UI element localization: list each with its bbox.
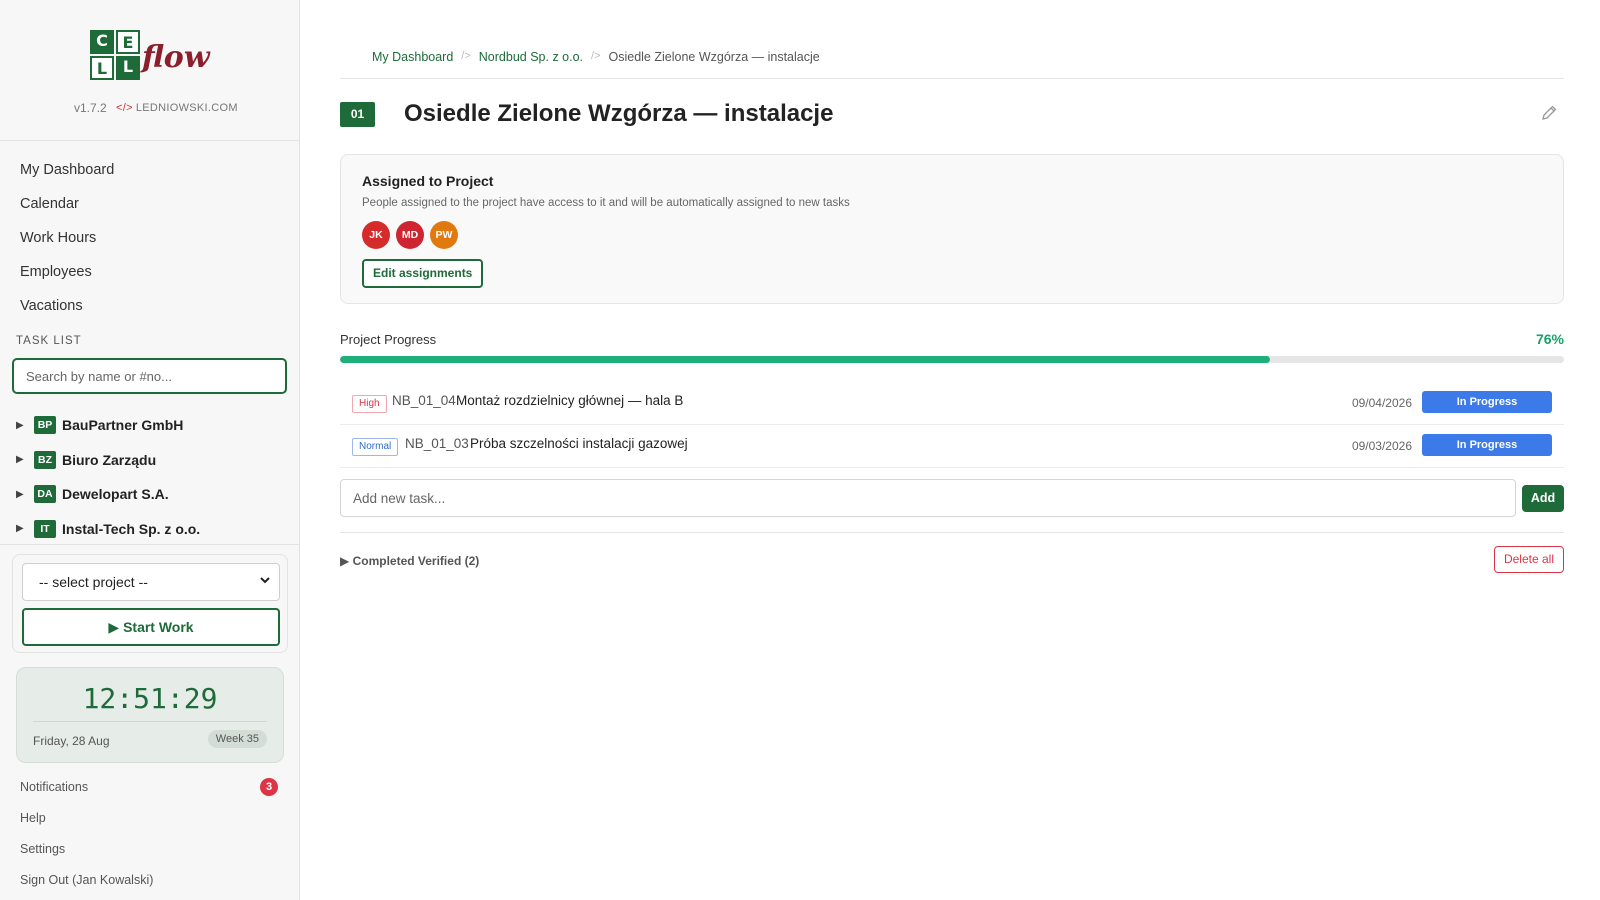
- progress-label: Project Progress: [340, 332, 437, 347]
- breadcrumb-separator: />: [591, 50, 601, 62]
- work-panel: -- select project -- ▶ Start Work: [12, 554, 288, 653]
- client-item[interactable]: ▶ IT Instal-Tech Sp. z o.o.: [0, 512, 300, 547]
- breadcrumb-current: Osiedle Zielone Wzgórza — instalacje: [608, 50, 820, 64]
- logo-letter: E: [116, 30, 140, 54]
- nav-my-dashboard[interactable]: My Dashboard: [0, 153, 299, 187]
- progress-percent: 76%: [1535, 331, 1564, 347]
- clock-widget: 12:51:29 Friday, 28 Aug Week 35: [16, 667, 284, 763]
- notifications-count-badge: 3: [260, 778, 278, 796]
- nav-employees[interactable]: Employees: [0, 255, 299, 289]
- header-divider: [340, 78, 1564, 79]
- breadcrumb-client[interactable]: Nordbud Sp. z o.o.: [479, 50, 583, 64]
- client-badge: DA: [34, 485, 56, 504]
- breadcrumb: My Dashboard /> Nordbud Sp. z o.o. /> Os…: [372, 50, 820, 64]
- page-title: Osiedle Zielone Wzgórza — instalacje: [404, 100, 834, 127]
- assigned-card: Assigned to Project People assigned to t…: [340, 154, 1564, 304]
- progress-fill: [340, 356, 1271, 363]
- sidebar: C E L L flow v1.7.2 </> LEDNIOWSKI.COM My…: [0, 0, 300, 900]
- week-badge: Week 35: [207, 730, 267, 748]
- sign-out-link[interactable]: Sign Out (Jan Kowalski): [0, 865, 300, 896]
- assigned-title: Assigned to Project: [362, 173, 494, 189]
- completed-toggle[interactable]: ▶ Completed Verified (2): [340, 554, 479, 568]
- logo-area: C E L L flow v1.7.2 </> LEDNIOWSKI.COM: [0, 0, 299, 141]
- add-task-button[interactable]: Add: [1522, 485, 1564, 512]
- start-work-label: Start Work: [123, 619, 194, 635]
- logo-letter: L: [90, 56, 114, 80]
- expand-icon[interactable]: ▶: [16, 420, 34, 431]
- project-select-value: -- select project --: [39, 574, 148, 590]
- task-status-button[interactable]: In Progress: [1422, 391, 1552, 413]
- clock-date: Friday, 28 Aug: [33, 734, 110, 748]
- task-row[interactable]: Normal NB_01_03 Próba szczelności instal…: [340, 426, 1564, 468]
- help-link[interactable]: Help: [0, 803, 300, 834]
- author-code: </>: [116, 102, 133, 114]
- app-logo: C E L L: [90, 30, 144, 84]
- nav-calendar[interactable]: Calendar: [0, 187, 299, 221]
- client-badge: BP: [34, 416, 56, 435]
- add-task-input[interactable]: [340, 479, 1516, 517]
- client-badge: BZ: [34, 450, 56, 469]
- task-status-button[interactable]: In Progress: [1422, 434, 1552, 456]
- client-item[interactable]: ▶ BZ Biuro Zarządu: [0, 443, 300, 478]
- delete-all-button[interactable]: Delete all: [1493, 546, 1564, 573]
- breadcrumb-separator: />: [461, 50, 471, 62]
- main-nav: My Dashboard Calendar Work Hours Employe…: [0, 141, 299, 323]
- triangle-right-icon: ▶: [340, 554, 350, 568]
- project-number-badge: 01: [340, 102, 375, 127]
- task-list-label: TASK LIST: [16, 335, 82, 347]
- nav-work-hours[interactable]: Work Hours: [0, 221, 299, 255]
- expand-icon[interactable]: ▶: [16, 489, 34, 500]
- task-code: NB_01_03: [405, 436, 469, 451]
- avatar-list: JK MD PW: [362, 221, 458, 249]
- expand-icon[interactable]: ▶: [16, 523, 34, 534]
- notifications-link[interactable]: Notifications 3: [0, 772, 300, 803]
- client-list: ▶ BP BauPartner GmbH ▶ BZ Biuro Zarządu …: [0, 408, 300, 546]
- chevron-down-icon: [259, 564, 271, 600]
- logo-letter: L: [116, 56, 140, 80]
- client-badge: IT: [34, 519, 56, 538]
- pencil-icon[interactable]: [1540, 104, 1558, 122]
- task-row[interactable]: High NB_01_04 Montaż rozdzielnicy główne…: [340, 383, 1564, 425]
- expand-icon[interactable]: ▶: [16, 454, 34, 465]
- task-date: 09/04/2026: [1351, 396, 1412, 410]
- avatar[interactable]: PW: [430, 221, 458, 249]
- edit-assignments-button[interactable]: Edit assignments: [362, 259, 484, 288]
- logo-letter: C: [90, 30, 114, 54]
- author-name: LEDNIOWSKI.COM: [135, 102, 238, 114]
- task-search-input[interactable]: [12, 358, 287, 394]
- notifications-label: Notifications: [20, 780, 89, 794]
- task-name[interactable]: Próba szczelności instalacji gazowej: [470, 436, 688, 451]
- priority-badge: High: [352, 395, 387, 413]
- start-work-button[interactable]: ▶ Start Work: [22, 608, 280, 646]
- client-item[interactable]: ▶ DA Dewelopart S.A.: [0, 477, 300, 512]
- clock-divider: [33, 721, 267, 722]
- assigned-description: People assigned to the project have acce…: [362, 197, 850, 209]
- client-item[interactable]: ▶ BP BauPartner GmbH: [0, 408, 300, 443]
- section-divider: [340, 532, 1564, 533]
- task-name[interactable]: Montaż rozdzielnicy głównej — hala B: [456, 393, 683, 408]
- completed-label: Completed Verified (2): [352, 554, 480, 568]
- progress-bar: [340, 356, 1564, 363]
- project-select[interactable]: -- select project --: [22, 563, 280, 601]
- main-content: My Dashboard /> Nordbud Sp. z o.o. /> Os…: [340, 0, 1564, 900]
- sidebar-divider: [0, 544, 300, 545]
- logo-word: flow: [142, 40, 210, 75]
- author-credit: </> LEDNIOWSKI.COM: [116, 102, 238, 114]
- app-version: v1.7.2: [74, 101, 107, 115]
- client-name: Biuro Zarządu: [62, 451, 157, 468]
- priority-badge: Normal: [352, 438, 399, 456]
- avatar[interactable]: JK: [362, 221, 390, 249]
- task-code: NB_01_04: [392, 393, 456, 408]
- breadcrumb-dashboard[interactable]: My Dashboard: [372, 50, 453, 64]
- clock-time: 12:51:29: [82, 682, 218, 715]
- client-name: Instal-Tech Sp. z o.o.: [62, 520, 201, 537]
- play-icon: ▶: [108, 619, 120, 635]
- client-name: BauPartner GmbH: [62, 417, 184, 434]
- sidebar-footer: Notifications 3 Help Settings Sign Out (…: [0, 772, 300, 896]
- avatar[interactable]: MD: [396, 221, 424, 249]
- client-name: Dewelopart S.A.: [62, 486, 169, 503]
- nav-vacations[interactable]: Vacations: [0, 289, 299, 323]
- task-date: 09/03/2026: [1351, 439, 1412, 453]
- settings-link[interactable]: Settings: [0, 834, 300, 865]
